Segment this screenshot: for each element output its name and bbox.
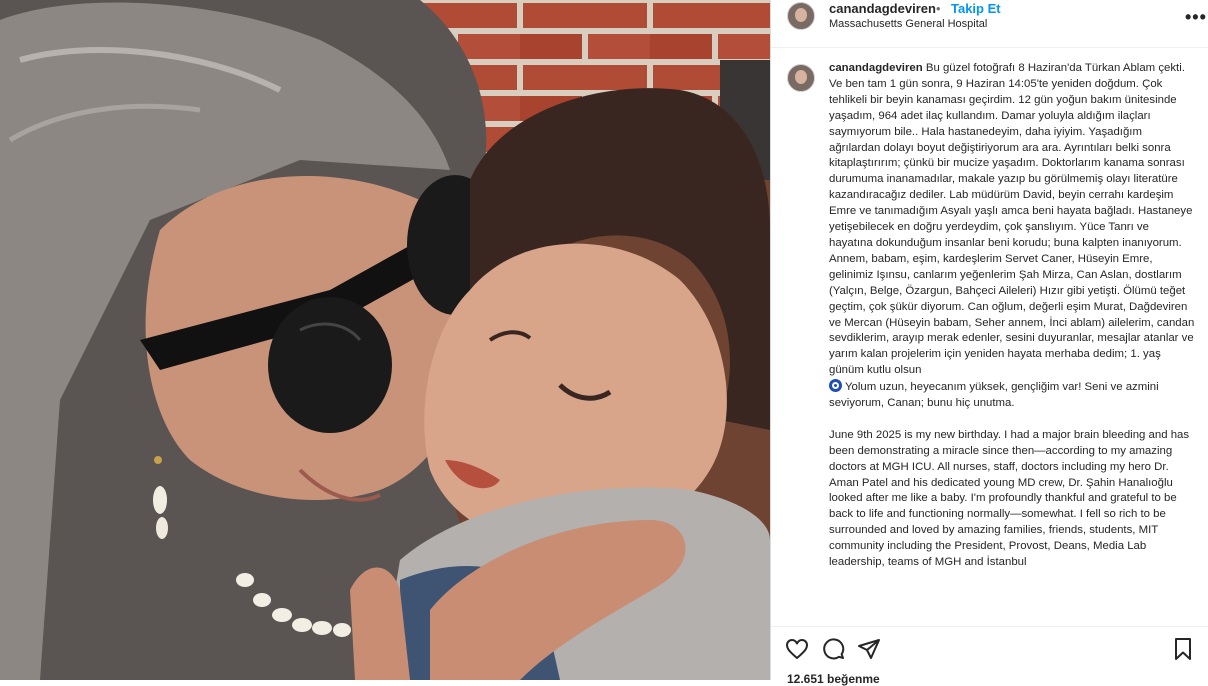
nazar-boncugu-icon: [829, 379, 842, 393]
header-separator: •: [936, 1, 941, 16]
like-count[interactable]: 12.651 beğenme: [787, 672, 880, 686]
post-header: canandagdeviren • Takip Et Massachusetts…: [771, 0, 1208, 48]
caption-english: June 9th 2025 is my new birthday. I had …: [829, 428, 1195, 571]
post-side-panel: canandagdeviren • Takip Et Massachusetts…: [770, 0, 1208, 686]
send-icon[interactable]: [857, 637, 881, 661]
comment-icon[interactable]: [821, 637, 845, 661]
caption-scroll-area[interactable]: canandagdeviren Bu güzel fotoğrafı 8 Haz…: [771, 48, 1208, 626]
bookmark-icon[interactable]: [1171, 637, 1195, 661]
post-location[interactable]: Massachusetts General Hospital: [829, 18, 987, 30]
follow-button[interactable]: Takip Et: [951, 1, 1001, 16]
caption-turkish: canandagdeviren Bu güzel fotoğrafı 8 Haz…: [829, 61, 1195, 412]
caption-text-tr-end: Yolum uzun, heyecanım yüksek, gençliğim …: [829, 381, 1159, 410]
heart-icon[interactable]: [785, 637, 809, 661]
post-actions-bar: 12.651 beğenme: [771, 626, 1208, 686]
caption-username[interactable]: canandagdeviren: [829, 62, 923, 74]
photo-illustration: [0, 0, 770, 680]
instagram-post-view: canandagdeviren • Takip Et Massachusetts…: [0, 0, 1208, 686]
caption-text-en: June 9th 2025 is my new birthday. I had …: [829, 428, 1190, 569]
caption-author-avatar[interactable]: [787, 64, 815, 92]
author-username[interactable]: canandagdeviren: [829, 1, 936, 16]
more-options-icon[interactable]: •••: [1185, 7, 1207, 28]
caption-text-tr: Bu güzel fotoğrafı 8 Haziran'da Türkan A…: [829, 62, 1195, 377]
post-caption: canandagdeviren Bu güzel fotoğrafı 8 Haz…: [829, 61, 1195, 587]
post-photo[interactable]: [0, 0, 770, 680]
author-avatar[interactable]: [787, 2, 815, 30]
